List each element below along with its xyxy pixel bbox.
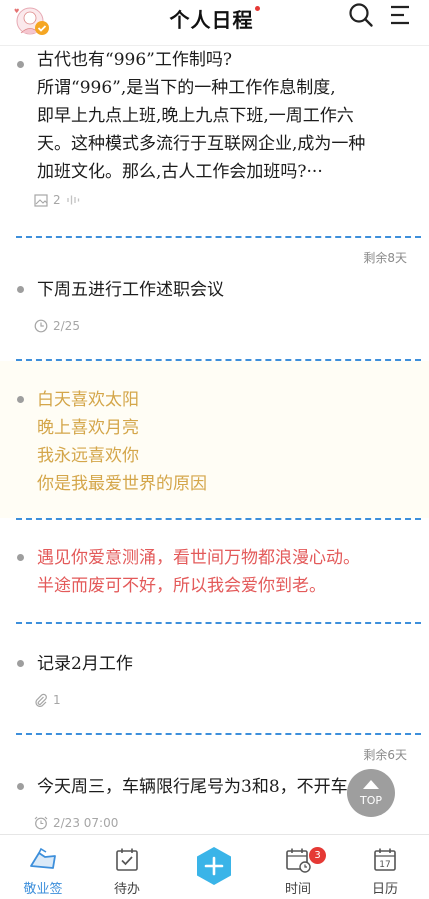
note-text[interactable]: 记录2月工作: [37, 650, 409, 678]
top-bar: ♥ 个人日程: [0, 0, 429, 46]
scroll-to-top-button[interactable]: TOP: [347, 769, 395, 817]
bullet: [17, 396, 24, 403]
title-dot: [254, 6, 260, 11]
calendar-icon: 17: [374, 848, 396, 871]
divider: [16, 518, 421, 520]
note-meta: 2/23 07:00: [34, 816, 118, 830]
reminder-date: 2/25: [53, 319, 80, 333]
note-text[interactable]: 古代也有“996”工作制吗? 所谓“996”,是当下的一种工作作息制度, 即早上…: [37, 46, 409, 186]
note-text[interactable]: 下周五进行工作述职会议: [37, 276, 409, 304]
reminder-datetime: 2/23 07:00: [53, 816, 119, 830]
bullet: [17, 554, 24, 561]
note-stack-icon: [30, 847, 56, 869]
divider: [16, 622, 421, 624]
top-button-label: TOP: [359, 793, 382, 807]
repeat-alarm-icon: [34, 816, 48, 830]
note-meta: 2/25: [34, 319, 80, 333]
remaining-days: 剩余8天: [363, 251, 407, 265]
menu-icon[interactable]: [388, 3, 412, 27]
divider: [16, 236, 421, 238]
note-text[interactable]: 遇见你爱意测涌，看世间万物都浪漫心动。 半途而废可不好，所以我会爱你到老。: [37, 544, 409, 600]
voice-icon: [66, 195, 79, 205]
divider: [16, 733, 421, 735]
tab-label: 日历: [371, 882, 398, 897]
image-icon: [34, 193, 48, 207]
tab-label: 待办: [113, 882, 140, 897]
note-meta: 2: [34, 193, 82, 207]
attachment-count: 1: [53, 693, 61, 707]
tab-label: 敬业签: [23, 882, 63, 897]
tab-todo[interactable]: 待办: [87, 835, 167, 899]
clock-icon: [34, 319, 48, 333]
add-button[interactable]: [194, 846, 234, 886]
search-icon[interactable]: [348, 2, 374, 28]
image-count: 2: [53, 193, 61, 207]
notes-feed[interactable]: 古代也有“996”工作制吗? 所谓“996”,是当下的一种工作作息制度, 即早上…: [0, 46, 429, 834]
tab-label: 时间: [284, 882, 311, 897]
tab-jingyeqian[interactable]: 敬业签: [3, 835, 83, 899]
tab-calendar[interactable]: 17 日历: [345, 835, 425, 899]
bullet: [17, 783, 24, 790]
arrow-up-icon: [363, 780, 379, 789]
bullet: [17, 61, 24, 68]
tab-time[interactable]: 时间: [258, 835, 338, 899]
checkbox-icon: [116, 848, 138, 871]
note-text[interactable]: 白天喜欢太阳 晚上喜欢月亮 我永远喜欢你 你是我最爱世界的原因: [37, 386, 409, 498]
bullet: [17, 286, 24, 293]
note-meta: 1: [34, 693, 61, 707]
calendar-day: 17: [379, 860, 390, 870]
attachment-icon: [35, 693, 47, 707]
bullet: [17, 660, 24, 667]
notification-badge: 3: [309, 847, 326, 864]
calendar-clock-icon: [286, 848, 311, 873]
remaining-days: 剩余6天: [363, 748, 407, 762]
